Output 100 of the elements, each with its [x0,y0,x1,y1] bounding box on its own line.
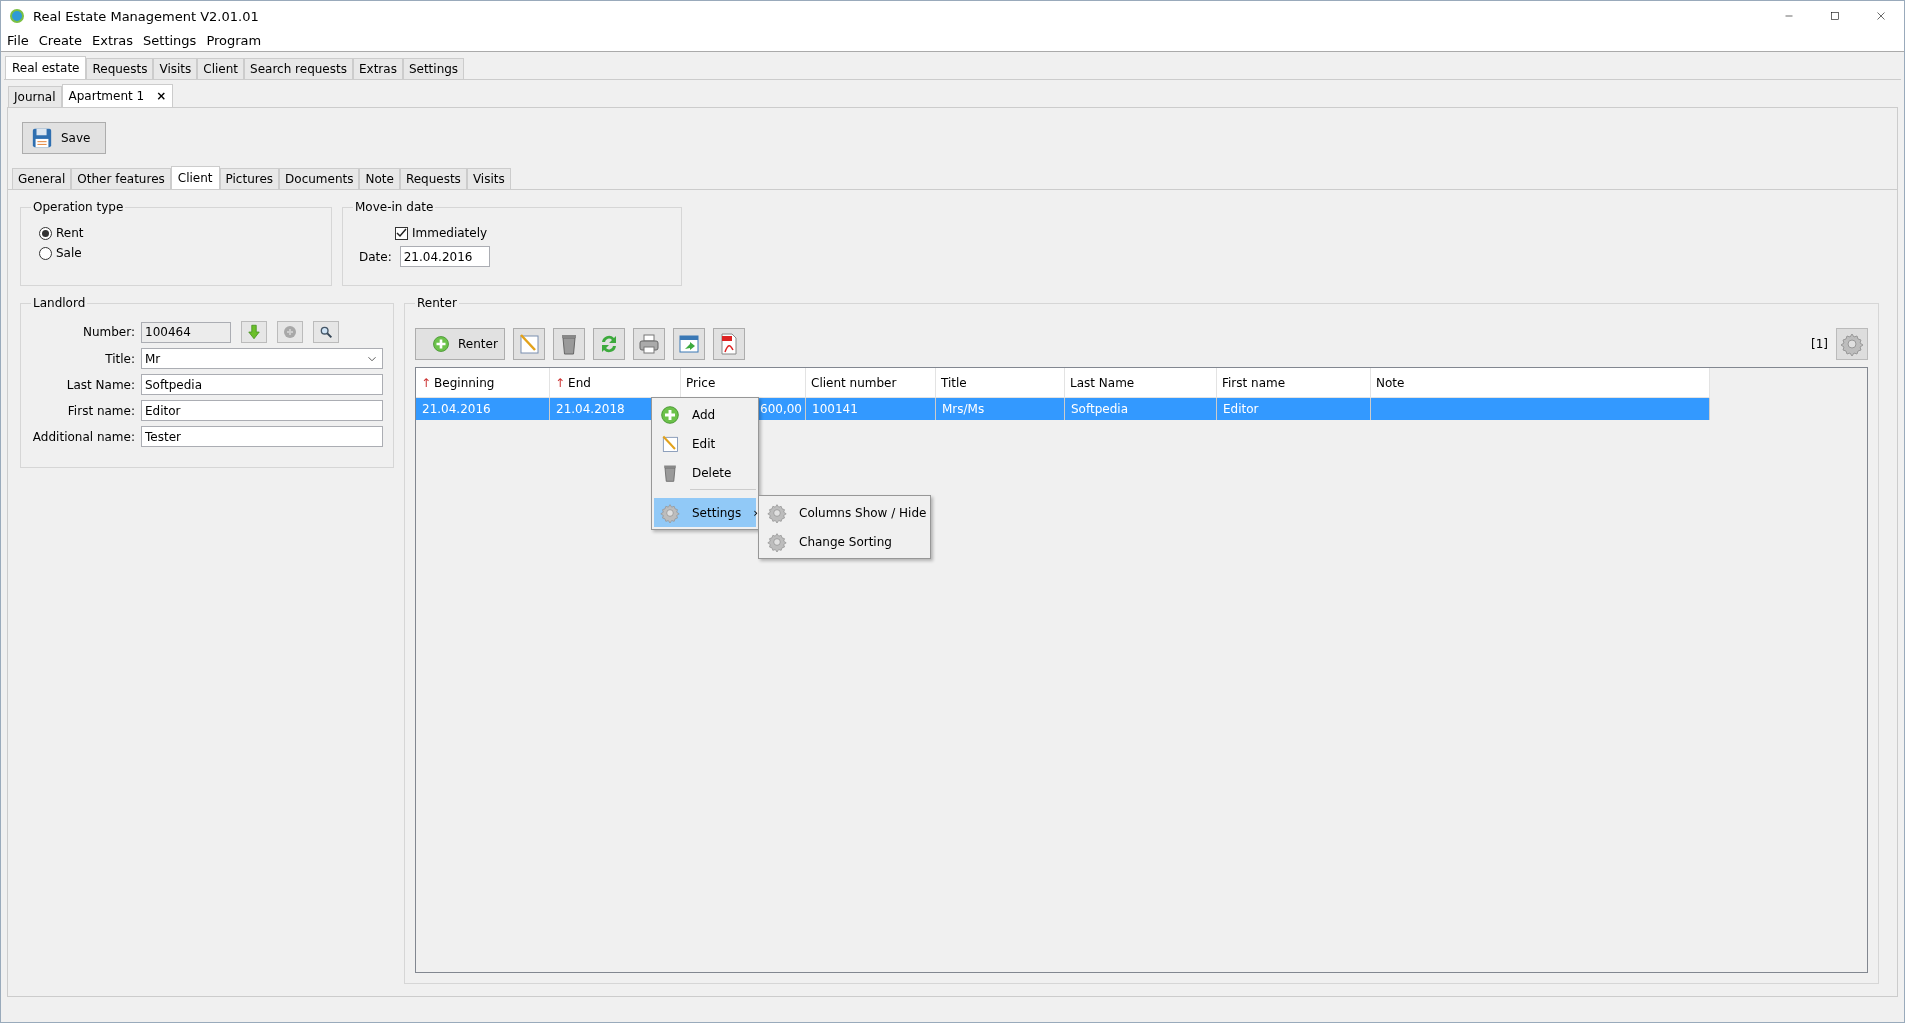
column-header[interactable]: Price [681,368,806,398]
column-label: First name [1222,375,1286,390]
column-label: Title [941,375,967,390]
menu-item[interactable]: Program [206,33,262,48]
menu-item[interactable]: File [7,33,29,48]
take-over-button[interactable] [241,321,267,343]
text-field[interactable]: Softpedia [141,374,383,395]
menu-item[interactable]: Columns Show / Hide [761,498,928,527]
sort-arrow-icon: ↑ [555,375,566,390]
menu-item[interactable]: Edit [654,429,756,458]
title-dropdown[interactable]: Mr [141,348,383,369]
table-cell: Softpedia [1065,398,1217,420]
group-title: Renter [416,296,458,310]
document-tab[interactable]: Journal [8,86,62,107]
field-label: Date: [359,249,392,264]
column-label: Beginning [434,375,495,390]
menu-item[interactable]: Delete [654,458,756,487]
main-tab[interactable]: Settings [402,58,465,79]
column-label: Price [686,375,716,390]
column-label: Last Name [1070,375,1135,390]
form-tab[interactable]: Client [170,166,220,189]
column-label: Note [1376,375,1405,390]
main-tab[interactable]: Requests [86,58,154,79]
field-label: Additional name: [31,429,135,444]
group-title: Landlord [32,296,87,310]
column-label: End [568,375,591,390]
print-button[interactable] [633,328,665,360]
settings-button[interactable] [1836,328,1868,360]
column-header[interactable]: Last Name [1065,368,1217,398]
pdf-button[interactable] [713,328,745,360]
plus-icon [281,323,299,341]
sort-arrow-icon: ↑ [421,375,432,390]
text-field[interactable]: Editor [141,400,383,421]
checkbox-label: Immediately [412,226,488,240]
main-tab[interactable]: Real estate [5,56,87,79]
main-tab[interactable]: Client [197,58,245,79]
settings-icon [767,531,787,552]
radio-label: Rent [56,226,84,240]
main-tab[interactable]: Extras [352,58,403,79]
number-field[interactable]: 100464 [141,321,231,343]
search-button[interactable] [313,321,339,343]
settings-icon [1840,332,1864,356]
radio-button[interactable] [39,226,52,240]
app-logo-icon [9,8,25,24]
checkbox[interactable] [395,226,408,240]
group-title: Operation type [32,200,125,214]
field-label: Title: [104,351,135,366]
menu-item[interactable]: Extras [91,33,134,48]
form-tab[interactable]: General [12,168,72,189]
menu-item[interactable]: Create [38,33,82,48]
column-header[interactable]: Client number [806,368,936,398]
plus-icon [432,335,450,353]
radio-button[interactable] [39,246,52,260]
table-cell: Mrs/Ms [936,398,1065,420]
table-cell: Editor [1217,398,1371,420]
add-renter-button[interactable]: Renter [415,328,505,360]
field-label: First name: [66,403,135,418]
refresh-button[interactable] [593,328,625,360]
printer-icon [637,332,661,356]
column-label: Client number [811,375,897,390]
form-tab[interactable]: Visits [466,168,511,189]
main-tab[interactable]: Visits [153,58,198,79]
form-tab[interactable]: Note [359,168,400,189]
settings-icon [660,502,680,523]
edit-button[interactable] [513,328,545,360]
form-tab[interactable]: Requests [399,168,467,189]
field-label: Last Name: [65,377,135,392]
form-tab[interactable]: Pictures [219,168,280,189]
main-tab[interactable]: Search requests [244,58,353,79]
document-tab[interactable]: Apartment 1 × [61,84,174,107]
menu-item[interactable]: Settings [143,33,197,48]
column-header[interactable]: Note [1371,368,1710,398]
settings-icon [767,502,787,523]
column-header[interactable]: First name [1217,368,1371,398]
column-header[interactable]: ↑ Beginning [416,368,550,398]
add-button[interactable] [277,321,303,343]
window-title: Real Estate Management V2.01.01 [33,8,260,24]
date-field[interactable]: 21.04.2016 [399,246,490,267]
form-tab[interactable]: Documents [279,168,360,189]
export-button[interactable] [673,328,705,360]
delete-button[interactable] [553,328,585,360]
notepad-icon [517,332,541,356]
form-tab[interactable]: Other features [71,168,171,189]
search-icon [318,324,334,340]
down-arrow-icon [245,323,263,341]
record-count: [1] [1811,337,1828,351]
column-header[interactable]: Title [936,368,1065,398]
radio-label: Sale [56,246,82,260]
column-header[interactable]: ↑ End [550,368,681,398]
notepad-icon [660,433,680,454]
menu-item[interactable]: Change Sorting [761,527,928,556]
save-button[interactable]: Save [22,122,106,154]
text-field[interactable]: Tester [141,426,383,447]
maximize-icon [1828,9,1842,23]
plus-icon [660,404,680,425]
menu-item[interactable]: Settings › [654,498,756,527]
close-tab-icon[interactable]: × [156,89,167,103]
group-title: Move-in date [354,200,435,214]
table-cell: 21.04.2016 [416,398,550,420]
table-cell: 100141 [806,398,936,420]
